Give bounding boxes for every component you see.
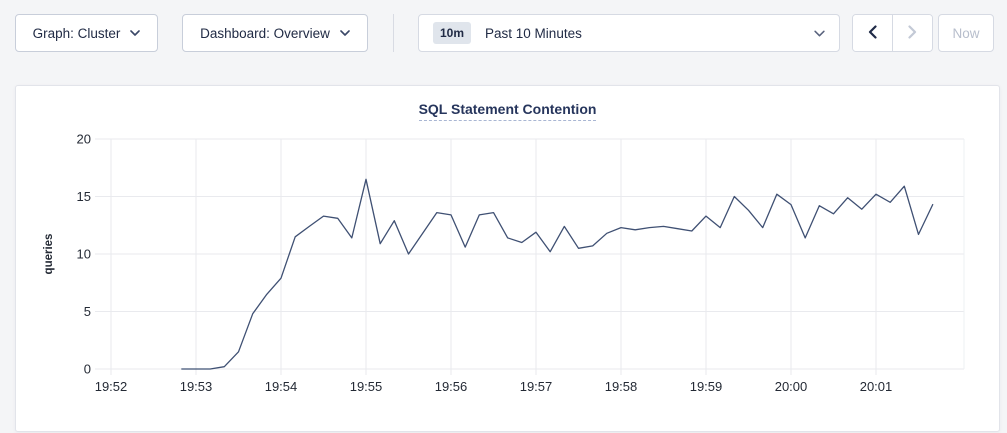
time-range-label: Past 10 Minutes [485, 26, 582, 41]
y-tick-label: 5 [84, 304, 91, 319]
time-next-button[interactable] [892, 15, 932, 51]
time-range-badge: 10m [433, 22, 471, 44]
y-axis-label: queries [43, 234, 55, 275]
series-line [182, 179, 933, 369]
chevron-right-icon [908, 25, 917, 42]
time-prev-button[interactable] [853, 15, 892, 51]
x-tick-label: 20:01 [860, 379, 893, 394]
page: Graph: Cluster Dashboard: Overview 10m P… [0, 0, 1007, 432]
graph-dropdown[interactable]: Graph: Cluster [15, 14, 158, 52]
chevron-down-icon [340, 30, 350, 36]
x-tick-label: 19:58 [605, 379, 638, 394]
time-step-group [852, 14, 933, 52]
chevron-down-icon [130, 30, 140, 36]
time-range-selector[interactable]: 10m Past 10 Minutes [418, 14, 840, 52]
chevron-left-icon [868, 25, 877, 42]
x-tick-label: 19:57 [520, 379, 553, 394]
chevron-down-icon [814, 30, 825, 37]
dashboard-dropdown[interactable]: Dashboard: Overview [182, 14, 368, 52]
x-tick-label: 20:00 [775, 379, 808, 394]
graph-dropdown-label: Graph: Cluster [33, 26, 121, 41]
y-tick-label: 0 [84, 362, 91, 377]
x-tick-label: 19:52 [95, 379, 128, 394]
x-tick-label: 19:56 [435, 379, 468, 394]
y-tick-label: 10 [77, 247, 91, 262]
x-tick-label: 19:55 [350, 379, 383, 394]
y-tick-label: 20 [77, 132, 91, 147]
now-button[interactable]: Now [938, 14, 994, 52]
chart-card: SQL Statement Contention 0510152019:5219… [15, 85, 1000, 432]
line-chart[interactable]: 0 5 10 15 20 19:52 19:53 19:54 19:55 19:56 19:57 19… [16, 86, 1001, 433]
x-tick-label: 19:59 [690, 379, 723, 394]
dashboard-dropdown-label: Dashboard: Overview [200, 26, 330, 41]
x-tick-label: 19:53 [180, 379, 213, 394]
toolbar-divider [393, 14, 394, 52]
x-tick-label: 19:54 [265, 379, 298, 394]
y-tick-label: 15 [77, 189, 91, 204]
